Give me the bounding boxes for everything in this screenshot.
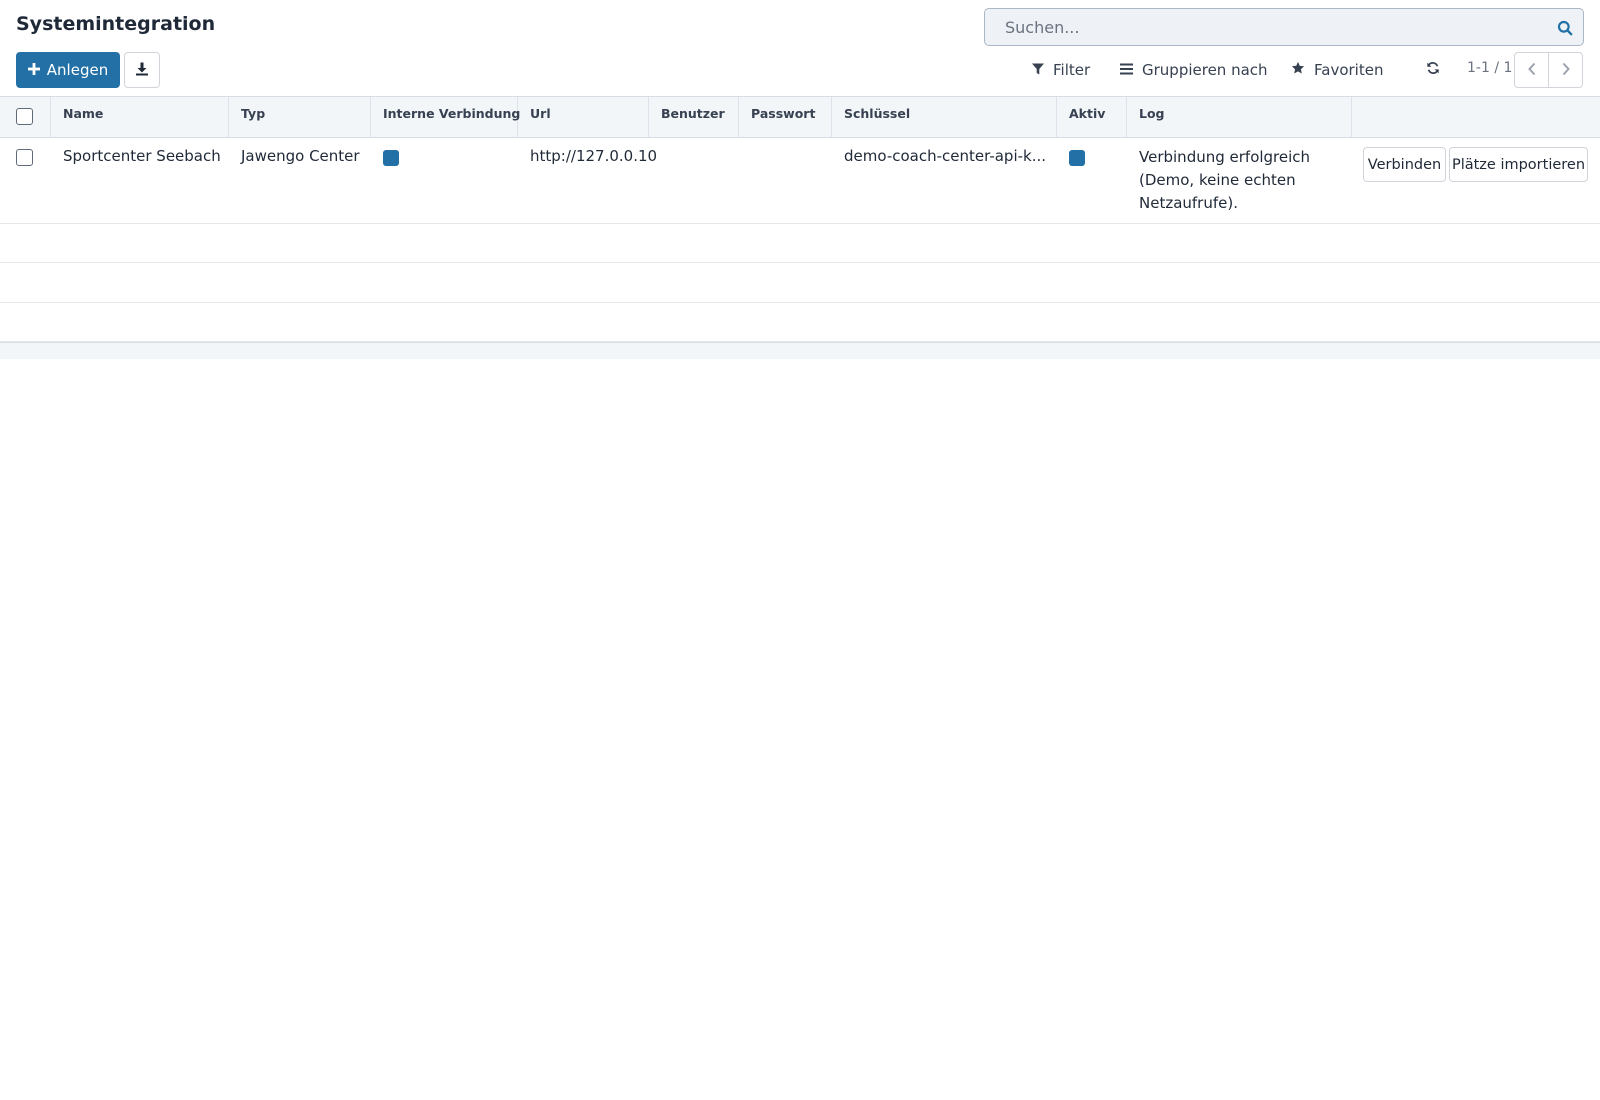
list-table: Name Typ Interne Verbindung Url Benutzer…: [0, 96, 1600, 359]
chevron-left-icon: [1527, 61, 1537, 80]
cell-log-value: Verbindung erfolgreich (Demo, keine echt…: [1139, 148, 1311, 212]
column-header-label: Schlüssel: [844, 106, 911, 121]
group-by-label: Gruppieren nach: [1142, 61, 1268, 79]
plus-icon: [27, 61, 40, 79]
select-all-checkbox[interactable]: [16, 108, 33, 125]
column-header-url[interactable]: Url: [518, 97, 649, 137]
cell-name-value: Sportcenter Seebach: [63, 147, 221, 165]
column-header-label: Interne Verbindung: [383, 106, 521, 121]
column-header-label: Passwort: [751, 106, 816, 121]
empty-row: [0, 224, 1600, 263]
favorites-button[interactable]: Favoriten: [1291, 58, 1383, 82]
column-header-label: Url: [530, 106, 551, 121]
column-header-label: Log: [1139, 106, 1165, 121]
empty-row: [0, 303, 1600, 342]
active-checkbox: [1069, 150, 1085, 166]
internal-connection-checkbox: [383, 150, 399, 166]
column-header-active[interactable]: Aktiv: [1057, 97, 1127, 137]
table-header-row: Name Typ Interne Verbindung Url Benutzer…: [0, 97, 1600, 138]
refresh-icon: [1426, 61, 1440, 79]
table-row[interactable]: Sportcenter Seebach Jawengo Center http:…: [0, 138, 1600, 224]
cell-key: demo-coach-center-api-k...: [832, 138, 1057, 223]
pager-previous-button[interactable]: [1514, 52, 1549, 88]
search-box: [984, 8, 1584, 46]
pager-next-button[interactable]: [1548, 52, 1583, 88]
cell-url-value: http://127.0.0.10: [530, 147, 658, 165]
list-icon: [1120, 61, 1133, 79]
empty-row: [0, 263, 1600, 303]
import-places-button[interactable]: Plätze importieren: [1449, 147, 1588, 182]
cell-typ: Jawengo Center: [229, 138, 371, 223]
cell-typ-value: Jawengo Center: [241, 147, 360, 165]
column-header-name[interactable]: Name: [51, 97, 229, 137]
cell-password: [739, 138, 832, 223]
column-header-label: Typ: [241, 106, 266, 121]
search-input[interactable]: [985, 9, 1545, 45]
group-by-button[interactable]: Gruppieren nach: [1120, 58, 1268, 82]
page-title: Systemintegration: [16, 13, 216, 35]
cell-internal: [371, 138, 518, 223]
create-button[interactable]: Anlegen: [16, 52, 120, 88]
row-select-cell: [0, 138, 51, 223]
favorites-label: Favoriten: [1314, 61, 1384, 79]
column-header-typ[interactable]: Typ: [229, 97, 371, 137]
cell-log: Verbindung erfolgreich (Demo, keine echt…: [1127, 138, 1352, 223]
cell-user: [649, 138, 739, 223]
column-header-label: Aktiv: [1069, 106, 1106, 121]
column-header-internal[interactable]: Interne Verbindung: [371, 97, 521, 137]
column-header-log[interactable]: Log: [1127, 97, 1352, 137]
download-icon: [135, 61, 149, 80]
cell-actions: Verbinden Plätze importieren: [1352, 138, 1600, 223]
column-header-label: Name: [63, 106, 104, 121]
column-header-key[interactable]: Schlüssel: [832, 97, 1057, 137]
chevron-right-icon: [1561, 61, 1571, 80]
pager-value: 1-1 / 1: [1467, 60, 1513, 76]
cell-name: Sportcenter Seebach: [51, 138, 229, 223]
cell-url: http://127.0.0.10: [518, 138, 657, 223]
search-icon[interactable]: [1553, 16, 1577, 40]
connect-button[interactable]: Verbinden: [1363, 147, 1446, 182]
filter-icon: [1032, 61, 1044, 79]
column-header-label: Benutzer: [661, 106, 725, 121]
create-button-label: Anlegen: [46, 61, 109, 79]
column-header-actions: [1352, 97, 1600, 137]
cell-key-value: demo-coach-center-api-k...: [844, 147, 1047, 165]
cell-active: [1057, 138, 1127, 223]
header-select-cell: [0, 97, 51, 137]
table-footer: [0, 342, 1600, 359]
filter-label: Filter: [1053, 61, 1091, 79]
download-button[interactable]: [124, 52, 160, 88]
filter-button[interactable]: Filter: [1032, 58, 1090, 82]
star-icon: [1291, 61, 1305, 79]
refresh-button[interactable]: [1426, 58, 1440, 82]
column-header-user[interactable]: Benutzer: [649, 97, 739, 137]
column-header-password[interactable]: Passwort: [739, 97, 832, 137]
row-checkbox[interactable]: [16, 149, 33, 166]
